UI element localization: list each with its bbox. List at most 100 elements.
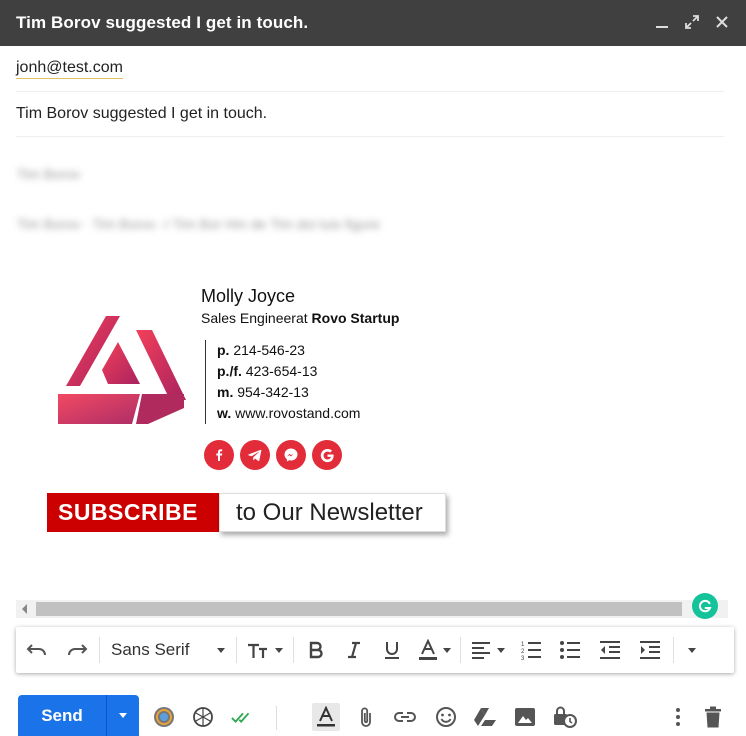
close-button[interactable] (712, 11, 732, 33)
indent-more-icon (640, 641, 660, 659)
chevron-down-icon (217, 647, 225, 653)
messenger-link[interactable] (276, 440, 306, 470)
messenger-icon (284, 448, 298, 462)
read-receipt-button[interactable] (231, 705, 255, 729)
bold-button[interactable] (297, 627, 335, 673)
close-icon (716, 16, 728, 28)
ai-assist-button[interactable] (191, 705, 215, 729)
bold-icon (309, 641, 323, 659)
discard-draft-button[interactable] (701, 705, 725, 729)
horizontal-scrollbar[interactable] (16, 600, 728, 618)
undo-icon (26, 644, 46, 656)
numbered-list-button[interactable]: 123 (512, 627, 550, 673)
align-button[interactable] (464, 627, 512, 673)
redo-button[interactable] (58, 627, 96, 673)
chevron-down-icon (119, 713, 127, 718)
font-size-button[interactable] (240, 627, 290, 673)
emoji-icon (436, 707, 456, 727)
formatting-toolbar: Sans Serif 123 (16, 627, 734, 673)
svg-text:3: 3 (521, 656, 525, 660)
compose-titlebar: Tim Borov suggested I get in touch. (0, 0, 746, 46)
color-wheel-icon (154, 707, 174, 727)
send-button[interactable]: Send (18, 695, 106, 736)
toolbar-divider (293, 637, 294, 663)
paperclip-icon (361, 707, 371, 727)
social-links (204, 440, 342, 470)
telegram-icon (248, 449, 262, 462)
scroll-thumb[interactable] (36, 602, 682, 616)
blurred-body-line: Tim Borov · Tim Borov ·/·Tim Bor Hm de T… (17, 216, 381, 232)
italic-button[interactable] (335, 627, 373, 673)
toolbar-divider (460, 637, 461, 663)
indent-more-button[interactable] (630, 627, 670, 673)
subject-text: Tim Borov suggested I get in touch. (16, 105, 268, 122)
toolbar-divider (673, 637, 674, 663)
drive-icon (474, 708, 496, 726)
minimize-button[interactable] (652, 11, 672, 33)
company-logo (58, 316, 186, 424)
svg-text:1: 1 (521, 642, 525, 648)
svg-text:2: 2 (521, 649, 525, 655)
signature-company: Rovo Startup (311, 310, 400, 326)
openai-icon (193, 707, 213, 727)
google-link[interactable] (312, 440, 342, 470)
send-button-group: Send (18, 695, 139, 736)
facebook-icon (216, 449, 223, 461)
toolbar-divider (236, 637, 237, 663)
contact-row[interactable]: w. www.rovostand.com (217, 403, 360, 424)
extension-button[interactable] (152, 705, 176, 729)
scroll-left-arrow[interactable] (22, 604, 27, 614)
signature-contacts: p. 214-546-23 p./f. 423-654-13 m. 954-34… (205, 340, 360, 424)
insert-emoji-button[interactable] (434, 705, 458, 729)
underline-button[interactable] (373, 627, 411, 673)
more-vert-icon (676, 708, 680, 726)
text-color-icon (418, 639, 437, 660)
insert-link-button[interactable] (393, 705, 417, 729)
chevron-down-icon (497, 647, 505, 653)
confidential-mode-button[interactable] (553, 705, 577, 729)
underline-icon (385, 642, 399, 659)
formatting-options-button[interactable] (312, 703, 340, 731)
undo-button[interactable] (16, 627, 58, 673)
compose-title: Tim Borov suggested I get in touch. (16, 13, 309, 32)
signature-name: Molly Joyce (201, 286, 296, 306)
telegram-link[interactable] (240, 440, 270, 470)
grammarly-button[interactable] (692, 593, 718, 619)
chevron-down-icon (688, 647, 696, 653)
lock-clock-icon (554, 706, 577, 728)
signature-title: Sales Engineerat (201, 310, 308, 326)
font-family-select[interactable]: Sans Serif (103, 627, 233, 673)
align-left-icon (472, 642, 490, 659)
text-format-icon (317, 706, 335, 727)
attach-file-button[interactable] (354, 705, 378, 729)
toolbar-divider (99, 637, 100, 663)
insert-photo-button[interactable] (513, 705, 537, 729)
link-icon (394, 712, 416, 722)
action-divider (276, 706, 277, 730)
subject-field[interactable]: Tim Borov suggested I get in touch. (16, 92, 724, 137)
numbered-list-icon: 123 (521, 642, 541, 660)
signature-role: Sales Engineerat Rovo Startup (201, 310, 399, 326)
bulleted-list-button[interactable] (550, 627, 590, 673)
grammarly-icon (698, 599, 712, 613)
more-formatting-button[interactable] (677, 627, 707, 673)
image-icon (515, 708, 535, 726)
insert-drive-button[interactable] (473, 705, 497, 729)
subscribe-label: SUBSCRIBE (47, 493, 219, 532)
indent-less-icon (600, 641, 620, 659)
contact-row: p. 214-546-23 (217, 342, 305, 358)
font-family-value: Sans Serif (111, 640, 190, 659)
recipient-chip[interactable]: jonh@test.com (16, 59, 123, 79)
indent-less-button[interactable] (590, 627, 630, 673)
chevron-down-icon (275, 647, 283, 653)
text-color-button[interactable] (411, 627, 457, 673)
to-field[interactable]: jonh@test.com (16, 47, 724, 92)
trash-icon (705, 706, 721, 728)
send-options-button[interactable] (106, 695, 139, 736)
subscribe-banner[interactable]: SUBSCRIBE to Our Newsletter (47, 493, 446, 532)
minimize-icon (656, 26, 668, 28)
fullscreen-button[interactable] (682, 11, 702, 33)
italic-icon (348, 641, 360, 659)
more-options-button[interactable] (666, 705, 690, 729)
facebook-link[interactable] (204, 440, 234, 470)
